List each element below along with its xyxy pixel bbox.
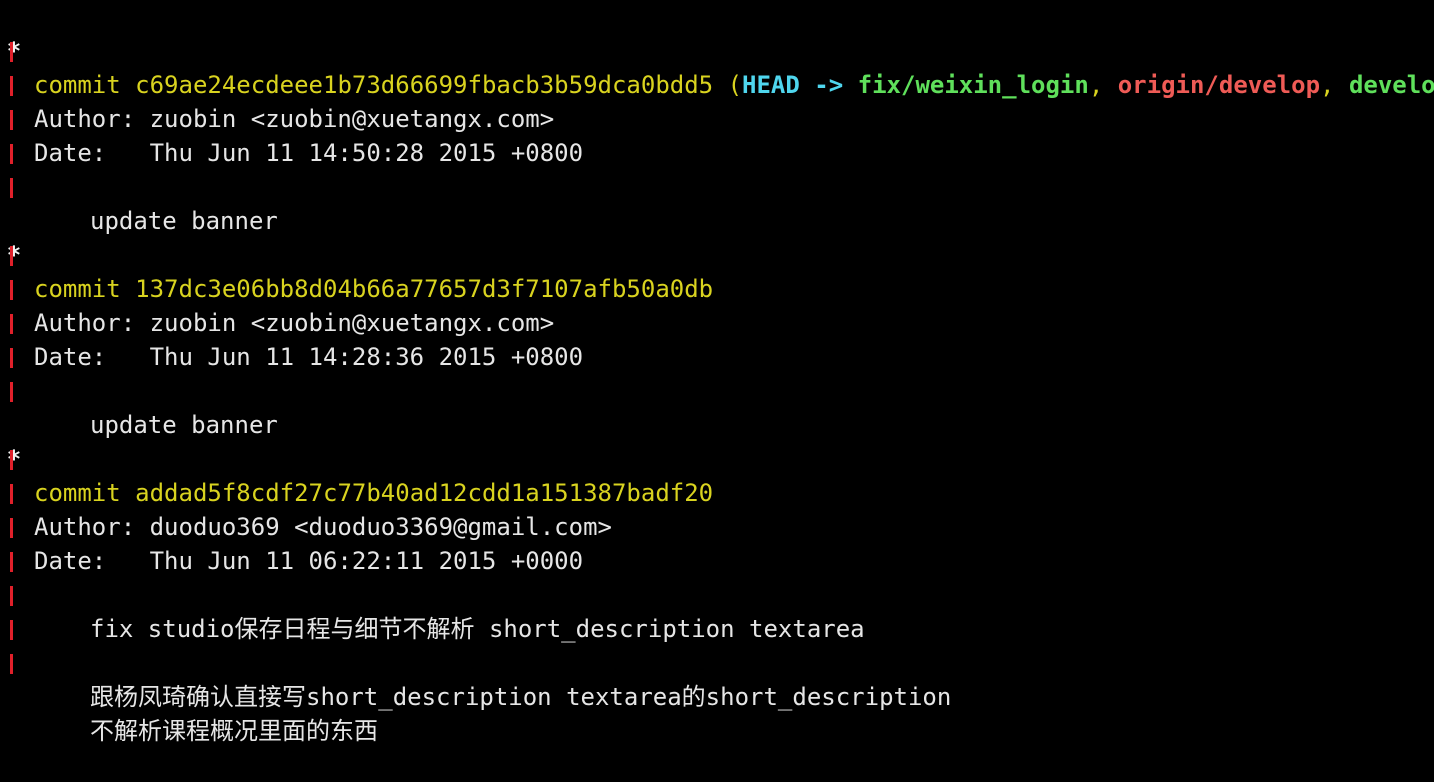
commit-message: 不解析课程概况里面的东西: [90, 717, 378, 745]
commit-hash: 137dc3e06bb8d04b66a77657d3f7107afb50a0db: [135, 275, 714, 303]
author-line: Author: duoduo369 <duoduo3369@gmail.com>: [0, 442, 612, 541]
message-line: 不解析课程概况里面的东西: [0, 646, 378, 745]
author-line: Author: zuobin <zuobin@xuetangx.com>: [0, 34, 554, 133]
blank-line: [0, 102, 58, 136]
graph-bar: [10, 518, 13, 538]
message-line: 跟杨凤琦确认直接写short_description textarea的shor…: [0, 612, 951, 711]
graph-bar: [10, 280, 13, 300]
graph-bar: [10, 382, 13, 402]
blank-line: [0, 374, 58, 408]
author-text: Author: zuobin <zuobin@xuetangx.com>: [34, 105, 555, 133]
author-text: Author: duoduo369 <duoduo3369@gmail.com>: [34, 513, 612, 541]
message-line: update banner: [0, 340, 278, 439]
blank-line: [0, 306, 58, 340]
ref-arrow: ->: [814, 71, 844, 99]
ref-open-paren: (: [727, 71, 743, 99]
commit-header: commit 137dc3e06bb8d04b66a77657d3f7107af…: [34, 272, 713, 306]
date-line: Date: Thu Jun 11 14:50:28 2015 +0800: [0, 68, 583, 167]
graph-bar: [10, 314, 13, 334]
commit-header: commit addad5f8cdf27c77b40ad12cdd1a15138…: [34, 476, 713, 510]
graph-bar: [10, 620, 13, 640]
commit-message: 跟杨凤琦确认直接写short_description textarea的shor…: [90, 683, 952, 711]
terminal-window[interactable]: * commit c69ae24ecdeee1b73d66699fbacb3b5…: [0, 0, 1434, 745]
blank-line: [0, 510, 58, 544]
graph-bar: [10, 552, 13, 572]
blank-line: [0, 170, 58, 204]
graph-bar: [10, 586, 13, 606]
ref-separator: ,: [1320, 71, 1335, 99]
graph-bar: [10, 76, 13, 96]
commit-header-line: * commit c69ae24ecdeee1b73d66699fbacb3b5…: [0, 0, 1434, 99]
date-text: Date: Thu Jun 11 06:22:11 2015 +0000: [34, 547, 584, 575]
commit-hash: c69ae24ecdeee1b73d66699fbacb3b59dca0bdd5: [135, 71, 714, 99]
commit-header-line: * commit 137dc3e06bb8d04b66a77657d3f7107…: [0, 204, 713, 303]
graph-bar: [10, 178, 13, 198]
commit-header-line: * commit addad5f8cdf27c77b40ad12cdd1a151…: [0, 408, 713, 507]
graph-bar: [10, 484, 13, 504]
graph-bar: [10, 42, 13, 62]
graph-bar: [10, 246, 13, 266]
graph-bar: [10, 450, 13, 470]
commit-hash: addad5f8cdf27c77b40ad12cdd1a151387badf20: [135, 479, 714, 507]
ref-head: HEAD: [742, 71, 800, 99]
message-line: fix studio保存日程与细节不解析 short_description t…: [0, 544, 865, 643]
author-text: Author: zuobin <zuobin@xuetangx.com>: [34, 309, 555, 337]
graph-bar: [10, 348, 13, 368]
graph-bar: [10, 144, 13, 164]
commit-message: fix studio保存日程与细节不解析 short_description t…: [90, 615, 865, 643]
commit-message: update banner: [90, 207, 278, 235]
ref-branch-fix-weixin-login: fix/weixin_login: [857, 71, 1089, 99]
ref-separator: ,: [1088, 71, 1104, 99]
message-line: update banner: [0, 136, 278, 235]
commit-message: update banner: [90, 411, 278, 439]
author-line: Author: zuobin <zuobin@xuetangx.com>: [0, 238, 554, 337]
date-line: Date: Thu Jun 11 06:22:11 2015 +0000: [0, 476, 583, 575]
commit-header: commit c69ae24ecdeee1b73d66699fbacb3b59d…: [34, 68, 1434, 102]
ref-branch-develop: develop: [1348, 71, 1434, 99]
blank-line: [0, 578, 58, 612]
graph-bar: [10, 654, 13, 674]
date-text: Date: Thu Jun 11 14:50:28 2015 +0800: [34, 139, 584, 167]
ref-remote-origin-develop: origin/develop: [1117, 71, 1321, 99]
graph-bar: [10, 110, 13, 130]
date-line: Date: Thu Jun 11 14:28:36 2015 +0800: [0, 272, 583, 371]
date-text: Date: Thu Jun 11 14:28:36 2015 +0800: [34, 343, 584, 371]
